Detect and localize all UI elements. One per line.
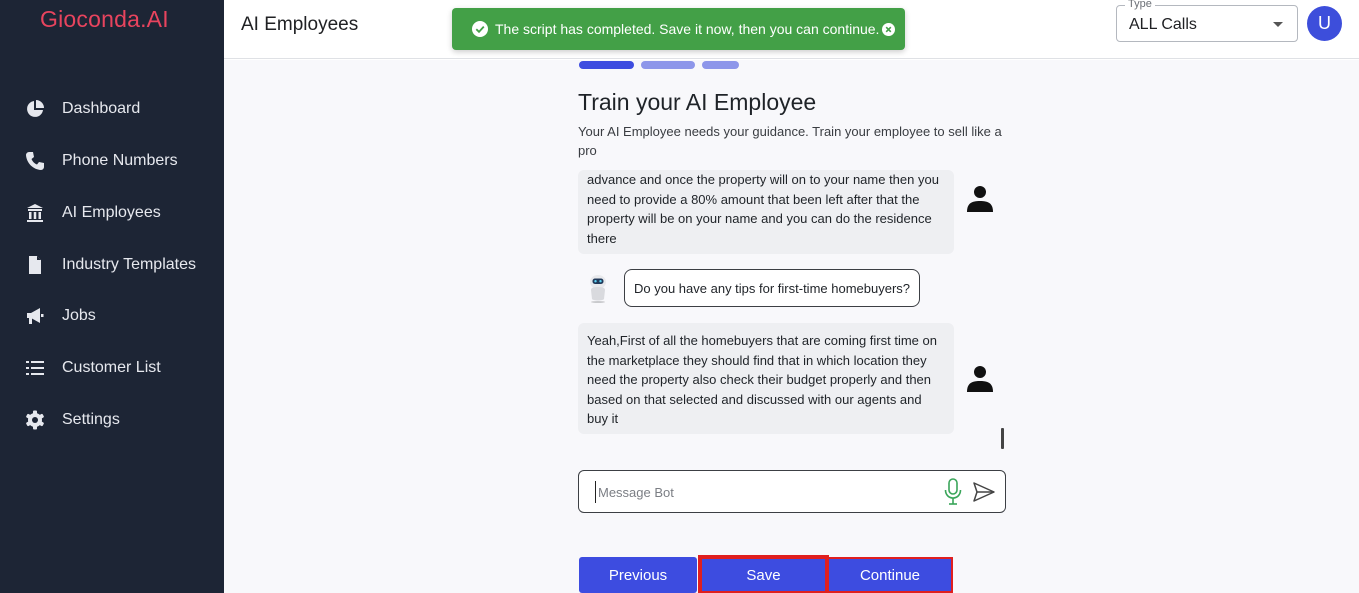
toast-message: The script has completed. Save it now, t… bbox=[495, 21, 880, 37]
continue-button[interactable]: Continue bbox=[827, 557, 953, 593]
message-input[interactable] bbox=[595, 481, 925, 503]
main-content: Train your AI Employee Your AI Employee … bbox=[224, 60, 1359, 593]
sidebar-item-ai-employees[interactable]: AI Employees bbox=[0, 193, 224, 233]
user-icon bbox=[967, 186, 993, 212]
list-icon bbox=[24, 357, 46, 379]
sidebar: Gioconda.AI Dashboard Phone Numbers AI E… bbox=[0, 0, 224, 593]
sidebar-item-label: Customer List bbox=[62, 359, 161, 376]
sidebar-item-label: Dashboard bbox=[62, 100, 141, 117]
sidebar-item-industry-templates[interactable]: Industry Templates bbox=[0, 245, 224, 285]
sidebar-item-label: Industry Templates bbox=[62, 256, 196, 273]
chat-message-user: Yeah,First of all the homebuyers that ar… bbox=[578, 323, 954, 434]
type-select-label: Type bbox=[1125, 0, 1155, 10]
user-icon bbox=[967, 366, 993, 392]
avatar[interactable]: U bbox=[1307, 6, 1342, 41]
sidebar-item-label: AI Employees bbox=[62, 204, 161, 221]
chat-message-bot: Do you have any tips for first-time home… bbox=[624, 269, 921, 307]
send-icon[interactable] bbox=[972, 481, 996, 503]
sidebar-item-dashboard[interactable]: Dashboard bbox=[0, 89, 224, 129]
file-icon bbox=[24, 254, 46, 276]
brand-name: Gioconda bbox=[40, 6, 141, 32]
sidebar-item-label: Phone Numbers bbox=[62, 152, 178, 169]
sidebar-item-label: Jobs bbox=[62, 307, 96, 324]
sidebar-item-phone-numbers[interactable]: Phone Numbers bbox=[0, 141, 224, 181]
sidebar-item-label: Settings bbox=[62, 411, 120, 428]
sidebar-item-customer-list[interactable]: Customer List bbox=[0, 348, 224, 388]
sidebar-item-settings[interactable]: Settings bbox=[0, 400, 224, 440]
step-indicator-1 bbox=[579, 61, 634, 69]
previous-button[interactable]: Previous bbox=[579, 557, 697, 593]
brand-logo[interactable]: Gioconda.AI bbox=[40, 6, 169, 33]
step-indicator-3 bbox=[702, 61, 739, 69]
brand-suffix: .AI bbox=[140, 6, 169, 32]
type-select[interactable]: Type ALL Calls bbox=[1116, 0, 1298, 42]
caret-down-icon bbox=[1273, 22, 1283, 27]
chat-message-user: advance and once the property will on to… bbox=[578, 170, 954, 254]
page-title: AI Employees bbox=[241, 14, 359, 35]
close-icon[interactable] bbox=[882, 23, 895, 36]
train-heading: Train your AI Employee bbox=[578, 89, 817, 115]
step-indicator-2 bbox=[641, 61, 695, 69]
building-icon bbox=[24, 202, 46, 224]
megaphone-icon bbox=[24, 305, 46, 327]
sidebar-item-jobs[interactable]: Jobs bbox=[0, 296, 224, 336]
check-circle-icon bbox=[472, 21, 488, 37]
success-toast: The script has completed. Save it now, t… bbox=[452, 8, 905, 50]
microphone-icon[interactable] bbox=[943, 478, 963, 506]
robot-icon bbox=[590, 275, 606, 303]
type-select-value: ALL Calls bbox=[1129, 16, 1197, 33]
header: AI Employees The script has completed. S… bbox=[224, 0, 1359, 59]
save-button[interactable]: Save bbox=[698, 555, 829, 593]
message-box bbox=[578, 470, 1006, 513]
chat-scrollbar[interactable] bbox=[1001, 428, 1004, 449]
pie-chart-icon bbox=[24, 98, 46, 120]
phone-icon bbox=[24, 150, 46, 172]
gear-icon bbox=[24, 409, 46, 431]
train-subtext: Your AI Employee needs your guidance. Tr… bbox=[578, 124, 1002, 158]
